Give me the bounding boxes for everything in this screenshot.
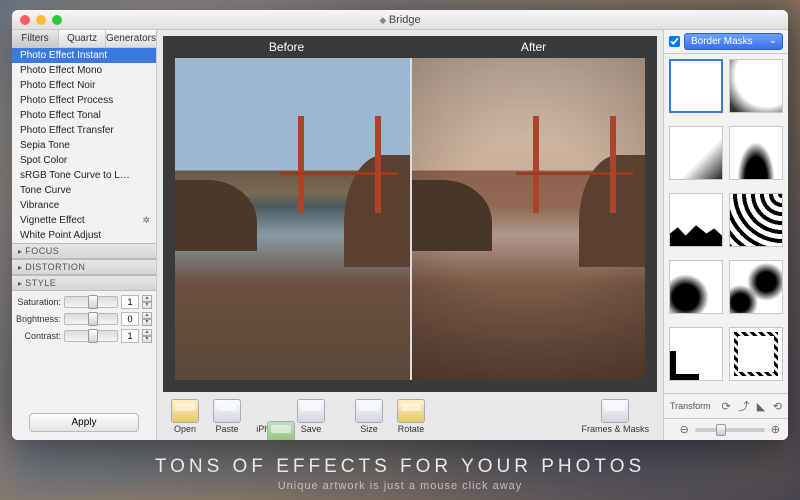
- filter-item[interactable]: Spot Color: [12, 153, 156, 168]
- preview-photo: [175, 58, 645, 380]
- saturation-label: Saturation:: [16, 297, 61, 307]
- transform-label: Transform: [670, 401, 711, 411]
- zoom-out-icon[interactable]: ⊖: [680, 423, 689, 436]
- tab-filters[interactable]: Filters: [12, 30, 59, 47]
- window-title: Bridge: [379, 14, 420, 26]
- filter-item[interactable]: Vignette Effect ✲: [12, 213, 156, 228]
- frames-masks-button[interactable]: Frames & Masks: [577, 397, 653, 436]
- zoom-slider[interactable]: [695, 428, 765, 432]
- tab-quartz[interactable]: Quartz: [59, 30, 106, 47]
- filter-item-label: Vignette Effect: [20, 215, 85, 226]
- frames-masks-label: Frames & Masks: [581, 424, 649, 434]
- minimize-window-button[interactable]: [36, 15, 46, 25]
- filter-item[interactable]: Photo Effect Mono: [12, 63, 156, 78]
- titlebar: Bridge: [12, 10, 788, 30]
- filter-list: Photo Effect Instant Photo Effect Mono P…: [12, 48, 156, 243]
- mask-thumb[interactable]: [669, 327, 723, 381]
- zoom-window-button[interactable]: [52, 15, 62, 25]
- brightness-slider[interactable]: [64, 313, 118, 325]
- image-canvas: Before After: [163, 36, 657, 392]
- border-masks-checkbox[interactable]: [669, 36, 680, 47]
- style-sliders: Saturation: 1 ▴▾ Brightness: 0 ▴▾ Contra…: [12, 291, 156, 350]
- close-window-button[interactable]: [20, 15, 30, 25]
- before-after-divider[interactable]: [410, 58, 412, 380]
- contrast-slider[interactable]: [64, 330, 118, 342]
- paste-icon: [213, 399, 241, 423]
- save-button[interactable]: Save: [293, 397, 329, 436]
- filter-item[interactable]: sRGB Tone Curve to L…: [12, 168, 156, 183]
- marketing-tagline: Tons of effects for your photos Unique a…: [0, 456, 800, 492]
- open-icon: [171, 399, 199, 423]
- flip-vertical-icon[interactable]: ⤴: [738, 401, 749, 413]
- mask-thumb[interactable]: [729, 327, 783, 381]
- filter-item[interactable]: White Point Adjust: [12, 228, 156, 243]
- bottom-toolbar: Open Paste iPhoto Save Size Rotate Frame…: [157, 392, 663, 440]
- paste-label: Paste: [215, 424, 238, 434]
- filter-item[interactable]: Sepia Tone: [12, 138, 156, 153]
- mask-thumb[interactable]: [729, 126, 783, 180]
- filter-item[interactable]: Photo Effect Process: [12, 93, 156, 108]
- left-sidebar: Filters Quartz Generators Photo Effect I…: [12, 30, 157, 440]
- section-focus[interactable]: FOCUS: [12, 243, 156, 259]
- canvas-area: Before After Open Paste: [157, 30, 663, 440]
- mask-thumb[interactable]: [669, 126, 723, 180]
- mask-thumb[interactable]: [729, 260, 783, 314]
- saturation-value[interactable]: 1: [121, 295, 139, 309]
- filter-item[interactable]: Vibrance: [12, 198, 156, 213]
- tagline-sub: Unique artwork is just a mouse click awa…: [0, 480, 800, 492]
- mask-thumb[interactable]: [669, 260, 723, 314]
- apply-button[interactable]: Apply: [29, 413, 139, 432]
- zoom-bar: ⊖ ⊕: [664, 418, 788, 440]
- rotate-icon: [397, 399, 425, 423]
- brightness-label: Brightness:: [16, 314, 61, 324]
- before-label: Before: [163, 40, 410, 54]
- rotate-label: Rotate: [398, 424, 425, 434]
- iphoto-button[interactable]: iPhoto: [251, 397, 287, 436]
- mask-thumbnails: [664, 54, 788, 393]
- mask-thumb[interactable]: [669, 193, 723, 247]
- filter-item[interactable]: Photo Effect Noir: [12, 78, 156, 93]
- contrast-stepper[interactable]: ▴▾: [142, 329, 152, 343]
- open-button[interactable]: Open: [167, 397, 203, 436]
- frames-masks-icon: [601, 399, 629, 423]
- border-masks-dropdown[interactable]: Border Masks: [684, 33, 783, 50]
- section-distortion[interactable]: DISTORTION: [12, 259, 156, 275]
- zoom-in-icon[interactable]: ⊕: [771, 423, 780, 436]
- mask-thumb[interactable]: [729, 59, 783, 113]
- contrast-value[interactable]: 1: [121, 329, 139, 343]
- after-label: After: [410, 40, 657, 54]
- filter-item[interactable]: Tone Curve: [12, 183, 156, 198]
- size-button[interactable]: Size: [351, 397, 387, 436]
- tab-generators[interactable]: Generators: [106, 30, 156, 47]
- gear-icon[interactable]: ✲: [142, 215, 150, 226]
- section-style[interactable]: STYLE: [12, 275, 156, 291]
- tagline-heading: Tons of effects for your photos: [0, 456, 800, 478]
- size-icon: [355, 399, 383, 423]
- save-label: Save: [301, 424, 322, 434]
- saturation-stepper[interactable]: ▴▾: [142, 295, 152, 309]
- rotate-left-icon[interactable]: ◣: [757, 401, 765, 413]
- filter-item[interactable]: Photo Effect Tonal: [12, 108, 156, 123]
- brightness-value[interactable]: 0: [121, 312, 139, 326]
- contrast-label: Contrast:: [16, 331, 61, 341]
- mask-thumb[interactable]: [729, 193, 783, 247]
- open-label: Open: [174, 424, 196, 434]
- paste-button[interactable]: Paste: [209, 397, 245, 436]
- brightness-stepper[interactable]: ▴▾: [142, 312, 152, 326]
- iphoto-icon: [267, 421, 295, 441]
- save-icon: [297, 399, 325, 423]
- filter-item[interactable]: Photo Effect Instant: [12, 48, 156, 63]
- right-panel: Border Masks Transform ⟳ ⤴ ◣: [663, 30, 788, 440]
- mask-thumb[interactable]: [669, 59, 723, 113]
- filter-item[interactable]: Photo Effect Transfer: [12, 123, 156, 138]
- saturation-slider[interactable]: [64, 296, 118, 308]
- sidebar-tabs: Filters Quartz Generators: [12, 30, 156, 48]
- rotate-right-icon[interactable]: ⟲: [773, 401, 782, 413]
- size-label: Size: [360, 424, 378, 434]
- flip-horizontal-icon[interactable]: ⟳: [722, 401, 731, 413]
- app-window: Bridge Filters Quartz Generators Photo E…: [12, 10, 788, 440]
- rotate-button[interactable]: Rotate: [393, 397, 429, 436]
